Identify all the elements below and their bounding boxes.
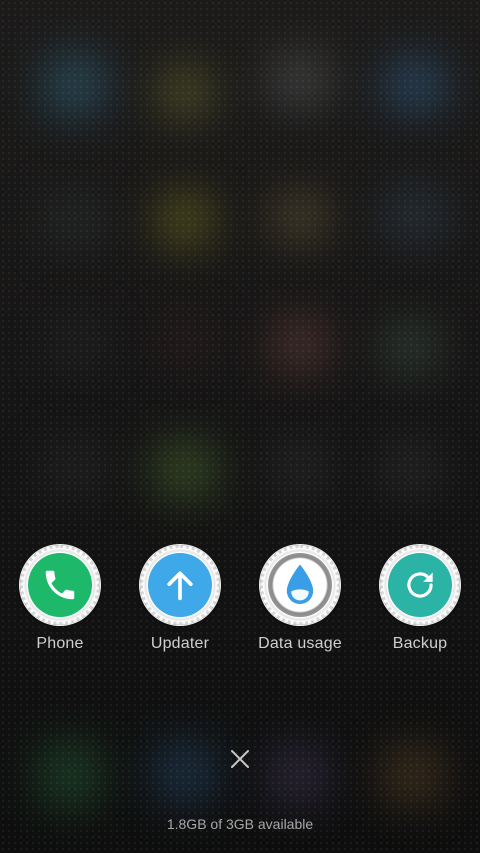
recent-app-backup[interactable]: Backup [360,545,480,665]
memory-status: 1.8GB of 3GB available [166,816,314,832]
blurred-wallpaper [0,0,480,853]
recent-app-phone[interactable]: Phone [0,545,120,665]
close-all-button[interactable] [225,744,255,774]
backup-app-icon[interactable] [380,545,460,625]
close-icon [231,750,249,768]
data-usage-app-icon[interactable] [260,545,340,625]
phone-icon [28,553,92,617]
app-label: Updater [150,635,210,652]
app-label: Data usage [258,635,342,652]
water-drop-icon [268,553,332,617]
app-label: Phone [36,635,84,652]
recent-app-data-usage[interactable]: Data usage [240,545,360,665]
recent-apps-row: Phone Updater Data usage Backup [0,545,480,665]
refresh-icon [388,553,452,617]
recent-app-updater[interactable]: Updater [120,545,240,665]
phone-app-icon[interactable] [20,545,100,625]
updater-app-icon[interactable] [140,545,220,625]
arrow-up-icon [148,553,212,617]
app-label: Backup [392,635,448,652]
